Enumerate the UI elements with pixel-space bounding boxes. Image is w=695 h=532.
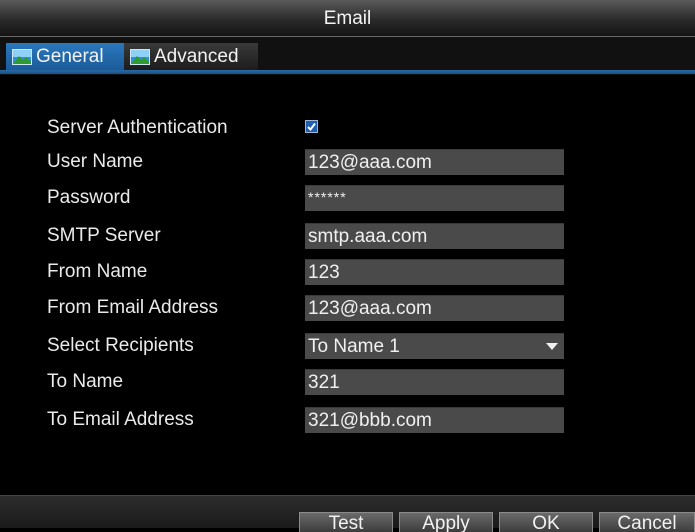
select-recipients-dropdown[interactable]: To Name 1 bbox=[305, 333, 564, 359]
password-field[interactable]: ****** bbox=[305, 185, 564, 211]
tab-bar: General Advanced bbox=[0, 37, 695, 75]
row-server-authentication: Server Authentication bbox=[0, 113, 695, 141]
user-name-label: User Name bbox=[47, 151, 144, 172]
password-label: Password bbox=[47, 187, 131, 208]
test-button[interactable]: Test bbox=[299, 512, 393, 532]
tab-general[interactable]: General bbox=[6, 43, 128, 70]
to-name-label: To Name bbox=[47, 371, 124, 392]
window-title-bar: Email bbox=[0, 0, 695, 37]
cancel-button[interactable]: Cancel bbox=[599, 512, 695, 532]
tab-underline bbox=[0, 70, 695, 74]
tab-advanced-label: Advanced bbox=[154, 45, 239, 67]
row-from-email-address: From Email Address 123@aaa.com bbox=[0, 293, 695, 321]
landscape-icon bbox=[12, 48, 32, 65]
from-email-address-field[interactable]: 123@aaa.com bbox=[305, 295, 564, 321]
from-name-field[interactable]: 123 bbox=[305, 259, 564, 285]
checkmark-icon bbox=[306, 121, 317, 132]
row-to-email-address: To Email Address 321@bbb.com bbox=[0, 405, 695, 433]
ok-button[interactable]: OK bbox=[499, 512, 593, 532]
row-smtp-server: SMTP Server smtp.aaa.com bbox=[0, 221, 695, 249]
apply-button[interactable]: Apply bbox=[399, 512, 493, 532]
email-general-form: Server Authentication User Name 123@aaa.… bbox=[0, 75, 695, 495]
landscape-icon bbox=[130, 48, 150, 65]
tab-advanced[interactable]: Advanced bbox=[124, 43, 258, 70]
tab-general-label: General bbox=[36, 45, 104, 67]
server-authentication-checkbox[interactable] bbox=[305, 120, 318, 133]
to-email-address-field[interactable]: 321@bbb.com bbox=[305, 407, 564, 433]
row-password: Password ****** bbox=[0, 183, 695, 211]
row-to-name: To Name 321 bbox=[0, 367, 695, 395]
button-bar: Test Apply OK Cancel bbox=[0, 495, 695, 532]
to-name-field[interactable]: 321 bbox=[305, 369, 564, 395]
server-authentication-label: Server Authentication bbox=[47, 117, 228, 138]
row-select-recipients: Select Recipients To Name 1 bbox=[0, 331, 695, 359]
chevron-down-icon[interactable] bbox=[546, 343, 558, 350]
smtp-server-label: SMTP Server bbox=[47, 225, 161, 246]
smtp-server-field[interactable]: smtp.aaa.com bbox=[305, 223, 564, 249]
select-recipients-label: Select Recipients bbox=[47, 335, 194, 356]
row-user-name: User Name 123@aaa.com bbox=[0, 147, 695, 175]
window-title: Email bbox=[323, 8, 372, 29]
from-email-address-label: From Email Address bbox=[47, 297, 219, 318]
to-email-address-label: To Email Address bbox=[47, 409, 194, 430]
user-name-field[interactable]: 123@aaa.com bbox=[305, 149, 564, 175]
row-from-name: From Name 123 bbox=[0, 257, 695, 285]
select-recipients-value: To Name 1 bbox=[308, 336, 400, 357]
from-name-label: From Name bbox=[47, 261, 148, 282]
